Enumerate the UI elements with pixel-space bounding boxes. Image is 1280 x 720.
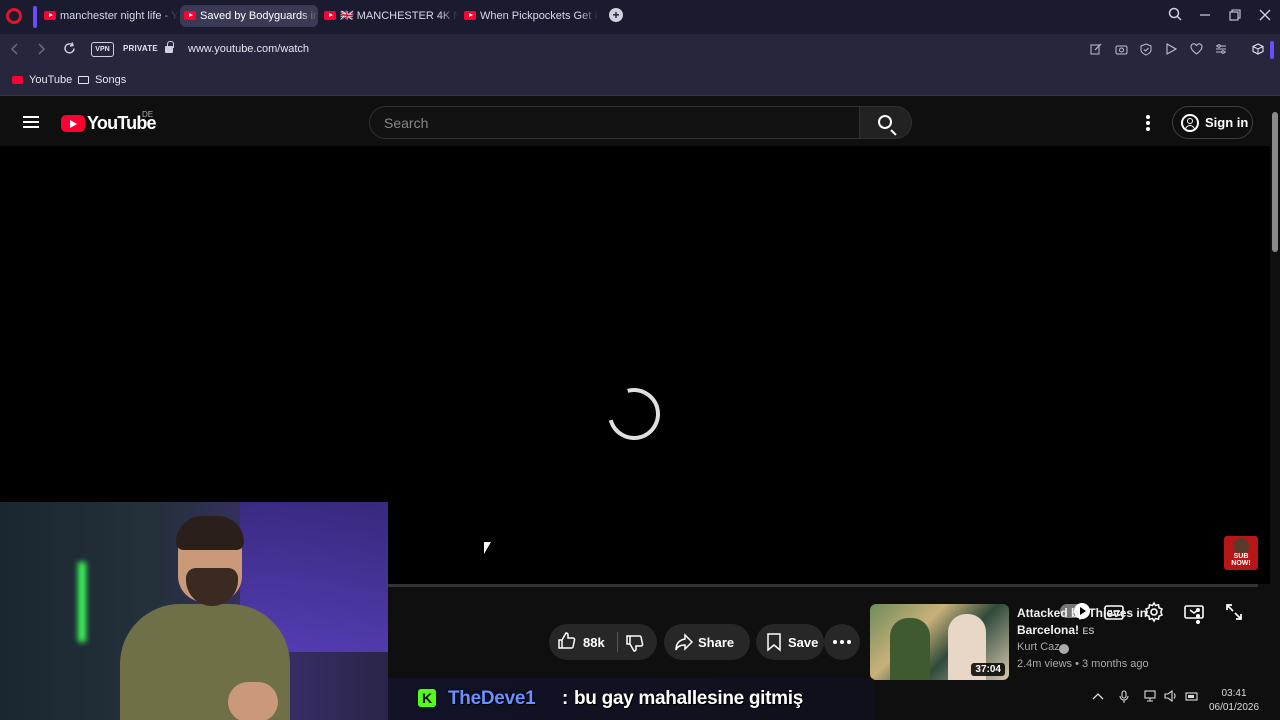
bookmark-folder-songs[interactable]: Songs	[78, 74, 126, 86]
extensions-cube-icon[interactable]	[1251, 43, 1265, 57]
system-clock[interactable]: 03:41 06/01/2026	[1204, 687, 1264, 715]
volume-icon[interactable]	[1164, 689, 1178, 705]
microphone-icon[interactable]	[1119, 690, 1129, 707]
url-field[interactable]: www.youtube.com/watch	[188, 43, 309, 55]
close-window-icon[interactable]	[1255, 6, 1275, 26]
reload-icon[interactable]	[60, 41, 78, 59]
youtube-favicon-icon	[464, 11, 476, 20]
mouse-cursor	[484, 542, 491, 554]
search-input[interactable]	[384, 113, 834, 133]
thumbs-up-icon	[558, 632, 576, 649]
youtube-favicon-icon	[324, 11, 336, 20]
bookmark-icon	[767, 633, 781, 652]
folder-icon	[78, 76, 89, 84]
browser-tab-bar: manchester night life - YouTube Saved by…	[0, 0, 1280, 34]
share-button[interactable]: Share	[664, 624, 750, 660]
vpn-badge[interactable]: VPN	[91, 42, 114, 57]
minimize-icon[interactable]	[1195, 6, 1215, 26]
camera-icon[interactable]	[1114, 43, 1128, 57]
forward-icon[interactable]	[32, 41, 50, 59]
share-icon	[675, 633, 694, 651]
player-icon[interactable]	[1164, 43, 1178, 57]
network-icon[interactable]	[1144, 690, 1158, 705]
youtube-favicon-icon	[184, 11, 196, 20]
youtube-favicon-icon	[44, 11, 56, 20]
private-label: PRIVATE	[123, 44, 158, 53]
chat-username: TheDeve1	[448, 688, 536, 709]
youtube-icon	[12, 76, 23, 84]
youtube-logo-icon[interactable]	[61, 115, 85, 132]
share-label: Share	[698, 635, 735, 650]
video-duration: 37:04	[971, 663, 1005, 676]
language-badge: ES	[1082, 626, 1095, 636]
loading-spinner-icon	[598, 378, 670, 450]
verified-check-icon	[1059, 644, 1069, 654]
tab-manchester-4k[interactable]: 🇬🇧 MANCHESTER 4K NIGHT	[320, 5, 458, 27]
bookmark-label: Songs	[95, 74, 127, 86]
save-label: Save	[788, 635, 819, 650]
back-icon[interactable]	[6, 41, 24, 59]
account-icon	[1181, 114, 1199, 132]
address-bar: VPN PRIVATE www.youtube.com/watch	[0, 34, 1280, 66]
recommended-video-thumbnail[interactable]: 37:04	[870, 604, 1009, 680]
tab-saved-by-bodyguards[interactable]: Saved by Bodyguards in Manchester	[180, 5, 318, 27]
heart-icon[interactable]	[1189, 43, 1203, 57]
recommended-video-meta: 2.4m views • 3 months ago	[1017, 658, 1149, 670]
battery-icon[interactable]	[1185, 690, 1199, 705]
easy-setup-icon[interactable]	[1214, 43, 1228, 57]
search-icon	[878, 115, 892, 129]
tray-chevron-up-icon[interactable]	[1092, 690, 1104, 704]
tab-manchester-night-life[interactable]: manchester night life - YouTube	[40, 5, 178, 27]
bookmark-label: YouTube	[29, 74, 73, 86]
chat-message: bu gay mahallesine gitmiş	[574, 688, 804, 709]
clock-time: 03:41	[1221, 688, 1247, 699]
like-dislike-group: 88k	[549, 624, 657, 660]
clock-date: 06/01/2026	[1208, 702, 1260, 713]
sidebar-accent	[1270, 41, 1274, 59]
country-code: DE	[142, 110, 154, 119]
sub-badge-text: SUB NOW!	[1231, 553, 1251, 567]
edit-icon[interactable]	[1089, 43, 1103, 57]
shield-icon[interactable]	[1139, 43, 1153, 57]
thumbs-down-icon	[626, 635, 644, 652]
lock-icon[interactable]	[165, 41, 174, 53]
recommended-video-title[interactable]: Attacked by Thieves in Barcelona! ES	[1017, 605, 1187, 640]
scrollbar-thumb[interactable]	[1272, 112, 1278, 252]
search-button[interactable]	[859, 106, 912, 139]
subscribe-watermark[interactable]: SUB NOW!	[1224, 536, 1258, 570]
bookmarks-bar: YouTube Songs	[0, 66, 1280, 96]
bookmark-youtube[interactable]: YouTube	[12, 74, 72, 86]
kick-logo-icon: K	[418, 689, 436, 707]
settings-more-icon[interactable]	[1146, 115, 1150, 131]
recommended-video-channel[interactable]: Kurt Caz	[1017, 641, 1060, 653]
recommendation-more-icon[interactable]	[1196, 608, 1200, 624]
page-scrollbar[interactable]	[1270, 100, 1280, 680]
dislike-button[interactable]	[625, 633, 645, 653]
chat-separator: :	[562, 688, 569, 709]
new-tab-button[interactable]: +	[609, 8, 623, 22]
tab-pickpockets[interactable]: When Pickpockets Get Instant	[460, 5, 598, 27]
more-horizontal-icon	[833, 640, 851, 644]
browser-search-icon[interactable]	[1165, 6, 1185, 26]
opera-logo-icon[interactable]	[6, 8, 22, 24]
search-box	[369, 106, 860, 139]
progress-bar[interactable]	[388, 584, 1258, 587]
menu-icon[interactable]	[23, 116, 39, 128]
restore-icon[interactable]	[1225, 6, 1245, 26]
sign-in-button[interactable]: Sign in	[1172, 106, 1253, 139]
like-button[interactable]	[557, 631, 577, 651]
like-count: 88k	[583, 635, 605, 650]
save-button[interactable]: Save	[756, 624, 824, 660]
streamer-webcam	[0, 502, 388, 720]
sign-in-label: Sign in	[1205, 115, 1249, 130]
more-actions-button[interactable]	[824, 624, 860, 660]
sidebar-accent	[33, 6, 37, 28]
fullscreen-icon[interactable]	[1222, 600, 1246, 624]
